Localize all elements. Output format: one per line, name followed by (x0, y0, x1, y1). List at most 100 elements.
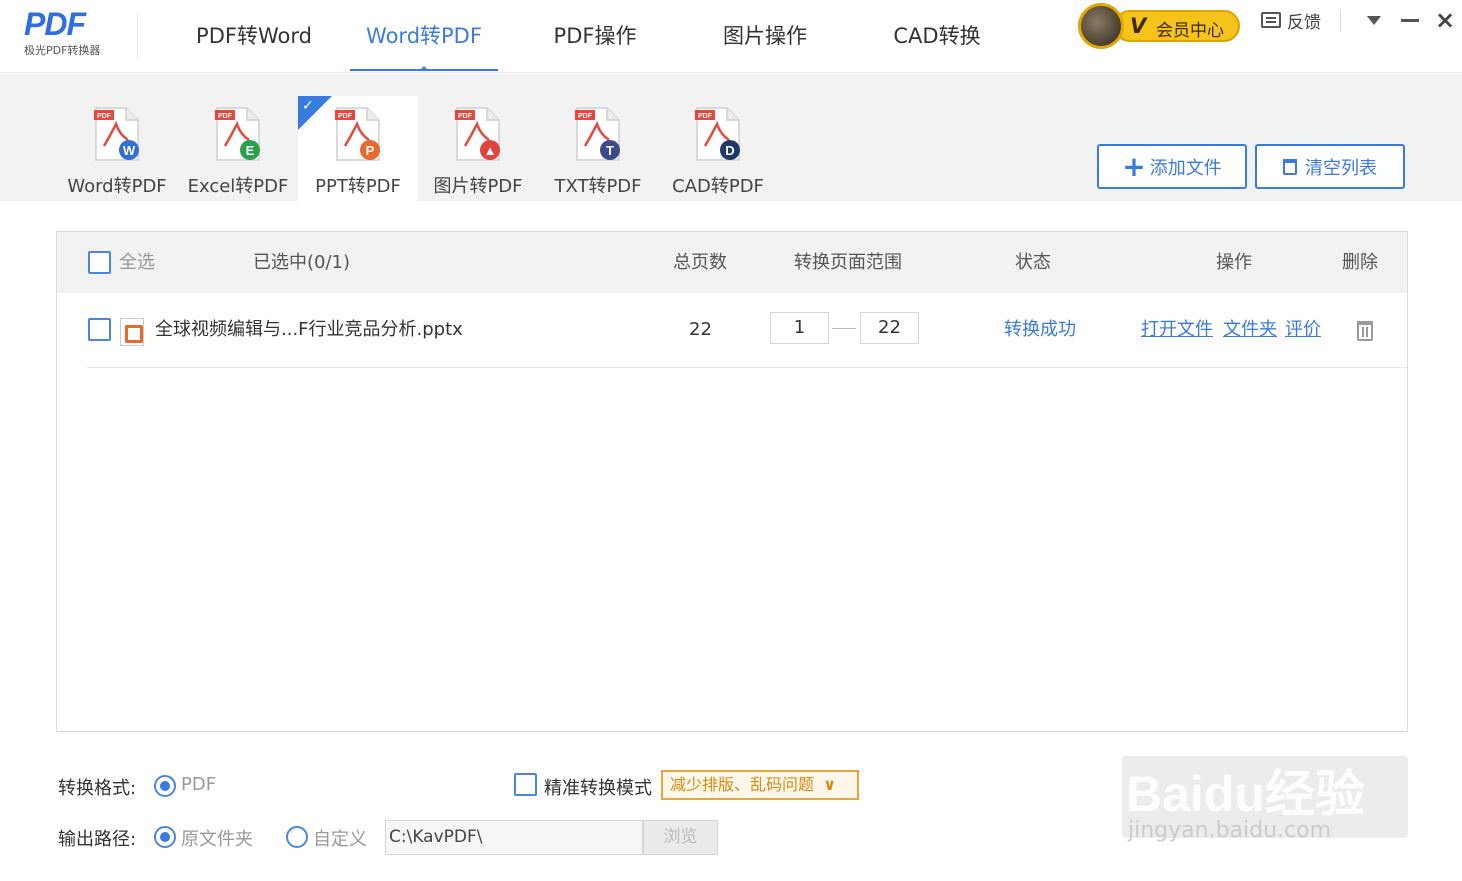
clear-list-label: 清空列表 (1305, 157, 1377, 179)
pdf-document-icon: PDF E (215, 107, 260, 161)
subtab-label: CAD转PDF (672, 176, 764, 197)
active-tab-caret-icon (419, 66, 429, 71)
app-logo: PDF 极光PDF转换器 (24, 8, 124, 64)
delete-row-trash-icon[interactable] (1357, 321, 1373, 341)
tab-image-operations[interactable]: 图片操作 (705, 0, 825, 73)
subtab-0[interactable]: PDF W Word转PDF (57, 96, 177, 201)
subtab-2[interactable]: PDF P ✓ PPT转PDF (298, 96, 418, 201)
subtab-3[interactable]: PDF ▲ 图片转PDF (418, 96, 538, 201)
watermark-url: jingyan.baidu.com (1128, 818, 1332, 843)
header-page-range: 转换页面范围 (794, 252, 902, 273)
vip-center-button[interactable]: V 会员中心 (1078, 3, 1244, 49)
output-custom-radio[interactable] (286, 826, 308, 848)
rate-link[interactable]: 评价 (1285, 293, 1321, 367)
svg-text:PDF: PDF (698, 113, 713, 120)
add-file-label: 添加文件 (1149, 157, 1222, 179)
file-total-pages: 22 (689, 319, 712, 340)
logo-text: PDF (24, 6, 86, 42)
output-original-label: 原文件夹 (181, 829, 253, 850)
chevron-down-icon: ∨ (823, 775, 837, 794)
selected-count: 已选中(0/1) (253, 252, 351, 273)
svg-text:P: P (366, 143, 375, 158)
row-checkbox[interactable] (88, 318, 111, 341)
feedback-icon (1261, 12, 1281, 28)
open-file-link[interactable]: 打开文件 (1141, 293, 1213, 367)
select-all-label: 全选 (119, 252, 155, 273)
output-path-input[interactable]: C:\KavPDF\ (385, 820, 643, 855)
file-list-panel: 全选 已选中(0/1) 总页数 转换页面范围 状态 操作 删除 全球视频编辑与.… (56, 231, 1408, 732)
baidu-watermark: Baidu经验 jingyan.baidu.com (1122, 728, 1408, 843)
svg-text:PDF: PDF (338, 113, 353, 120)
trash-icon (1283, 158, 1297, 175)
clear-list-button[interactable]: 清空列表 (1255, 144, 1405, 189)
tab-pdf-operations[interactable]: PDF操作 (535, 0, 655, 73)
format-pdf-label: PDF (181, 774, 217, 795)
tab-cad-convert[interactable]: CAD转换 (876, 0, 998, 73)
vip-v-icon: V (1130, 14, 1147, 38)
user-avatar (1078, 3, 1124, 49)
checkmark-icon: ✓ (302, 98, 314, 114)
browse-button[interactable]: 浏览 (643, 820, 718, 855)
conversion-status: 转换成功 (1004, 319, 1076, 340)
window-controls-divider (1340, 10, 1341, 32)
pdf-document-icon: PDF ▲ (455, 107, 500, 161)
range-start-input[interactable]: 1 (770, 312, 829, 344)
watermark-brand: Baidu经验 (1126, 766, 1365, 822)
pdf-document-icon: PDF W (94, 107, 139, 161)
accurate-mode-checkbox[interactable] (514, 773, 537, 796)
range-end-input[interactable]: 22 (860, 312, 919, 344)
svg-text:PDF: PDF (578, 113, 593, 120)
output-original-radio[interactable] (154, 826, 176, 848)
open-folder-link[interactable]: 文件夹 (1223, 293, 1277, 367)
subtab-label: TXT转PDF (554, 176, 642, 197)
format-label: 转换格式: (58, 778, 137, 799)
accurate-mode-tag-text: 减少排版、乱码问题 (670, 775, 815, 794)
file-list-header: 全选 已选中(0/1) 总页数 转换页面范围 状态 操作 删除 (57, 232, 1407, 293)
tab-pdf-to-word[interactable]: PDF转Word (176, 0, 332, 73)
subtab-4[interactable]: PDF T TXT转PDF (538, 96, 658, 201)
vip-center-label: 会员中心 (1156, 21, 1224, 41)
logo-subtitle: 极光PDF转换器 (24, 44, 101, 57)
subtab-5[interactable]: PDF D CAD转PDF (658, 96, 778, 201)
svg-text:E: E (246, 143, 255, 158)
conversion-type-bar: PDF W Word转PDF PDF E Excel转PDF PDF P ✓ PPT转PDF PDF… (0, 74, 1462, 201)
output-path-label: 输出路径: (58, 829, 137, 850)
feedback-button[interactable]: 反馈 (1261, 8, 1321, 33)
tab-word-to-pdf[interactable]: Word转PDF (350, 0, 498, 73)
triangle-down-icon (1367, 15, 1381, 25)
pdf-document-icon: PDF D (695, 107, 740, 161)
subtab-label: PPT转PDF (315, 176, 401, 197)
feedback-label: 反馈 (1287, 12, 1321, 33)
svg-text:PDF: PDF (218, 113, 233, 120)
format-pdf-radio[interactable] (154, 775, 176, 797)
header-total-pages: 总页数 (673, 252, 727, 273)
subtab-1[interactable]: PDF E Excel转PDF (178, 96, 298, 201)
svg-text:T: T (606, 143, 614, 158)
menu-dropdown-button[interactable] (1361, 6, 1387, 34)
select-all-checkbox[interactable] (88, 251, 111, 274)
pdf-document-icon: PDF T (575, 107, 620, 161)
svg-text:W: W (123, 143, 136, 158)
svg-text:PDF: PDF (97, 113, 112, 120)
header-actions: 操作 (1216, 252, 1252, 273)
subtab-label: 图片转PDF (433, 176, 523, 197)
minimize-button[interactable] (1397, 6, 1423, 34)
table-row: 全球视频编辑与...F行业竞品分析.pptx 22 1 22 转换成功 打开文件… (87, 293, 1407, 368)
svg-text:PDF: PDF (458, 113, 473, 120)
accurate-mode-tag[interactable]: 减少排版、乱码问题 ∨ (661, 770, 859, 800)
header-delete: 删除 (1342, 252, 1378, 273)
pdf-document-icon: PDF P (335, 107, 380, 161)
close-icon: × (1434, 6, 1456, 34)
output-custom-label: 自定义 (313, 829, 367, 850)
add-file-button[interactable]: + 添加文件 (1097, 144, 1247, 189)
file-name: 全球视频编辑与...F行业竞品分析.pptx (155, 319, 463, 340)
svg-text:D: D (725, 143, 734, 158)
plus-icon: + (1122, 149, 1146, 183)
tab-word-to-pdf-label: Word转PDF (366, 24, 482, 48)
header-status: 状态 (1015, 252, 1051, 273)
subtab-label: Word转PDF (67, 176, 167, 197)
close-button[interactable]: × (1432, 6, 1458, 34)
pptx-file-icon (120, 318, 144, 346)
accurate-mode-label: 精准转换模式 (544, 778, 652, 799)
logo-divider (137, 14, 138, 58)
